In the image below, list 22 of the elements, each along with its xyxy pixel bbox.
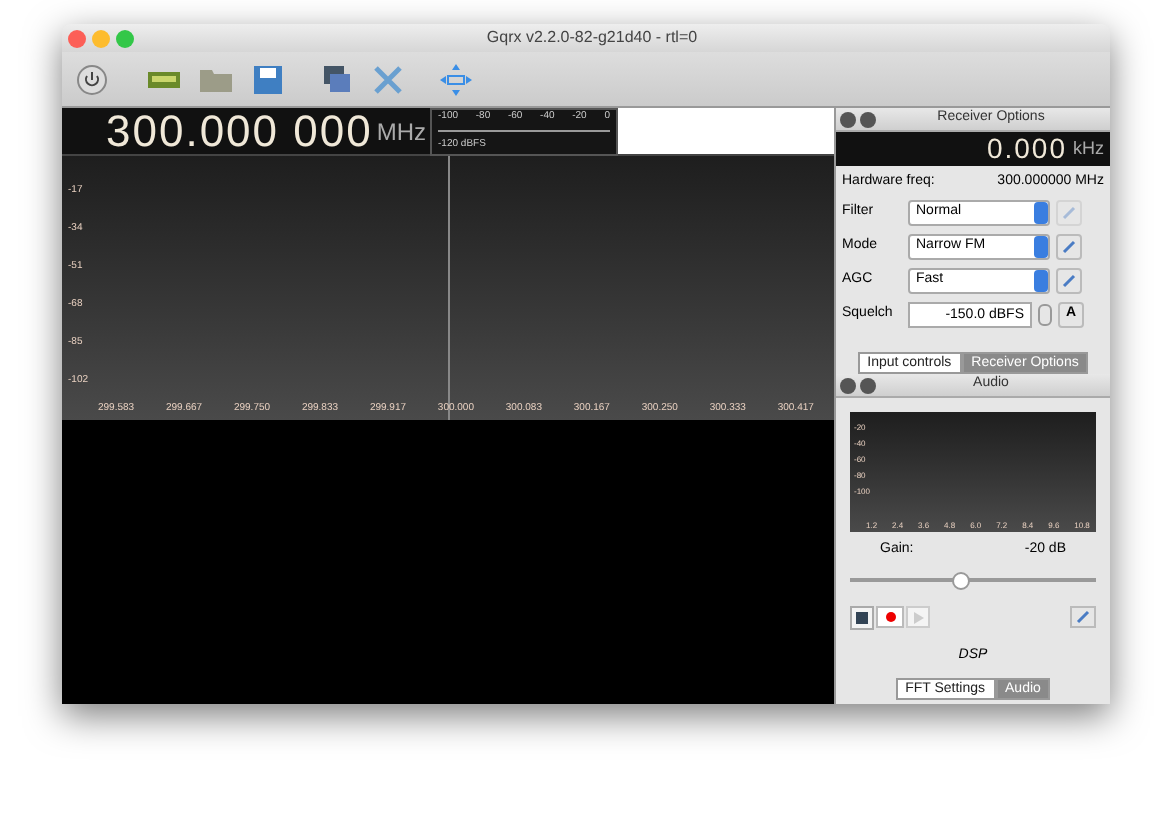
slider-thumb[interactable] — [952, 571, 971, 589]
close-icon[interactable] — [840, 111, 856, 127]
record-button[interactable] — [876, 606, 904, 628]
float-icon[interactable] — [860, 377, 876, 393]
dropdown-arrows-icon — [1034, 270, 1048, 292]
gain-slider[interactable] — [850, 571, 1096, 589]
offset-unit: kHz — [1073, 135, 1104, 162]
frequency-display[interactable]: 300.000 000 — [106, 109, 373, 153]
settings-icon[interactable] — [1070, 606, 1096, 628]
record-icon — [885, 612, 895, 622]
settings-icon[interactable] — [1056, 234, 1082, 260]
window-title: Gqrx v2.2.0-82-g21d40 - rtl=0 — [484, 26, 700, 50]
close-icon[interactable] — [840, 377, 856, 393]
settings-icon[interactable] — [1056, 268, 1082, 294]
dropdown-arrows-icon — [1034, 236, 1048, 258]
dropdown-arrows-icon — [1034, 202, 1048, 224]
spin-arrows-icon[interactable] — [1038, 304, 1052, 326]
stream-button[interactable] — [850, 605, 874, 629]
offset-display[interactable]: 0.000 — [986, 128, 1067, 170]
frequency-unit: MHz — [376, 115, 427, 149]
play-icon — [913, 611, 923, 623]
float-icon[interactable] — [860, 111, 876, 127]
